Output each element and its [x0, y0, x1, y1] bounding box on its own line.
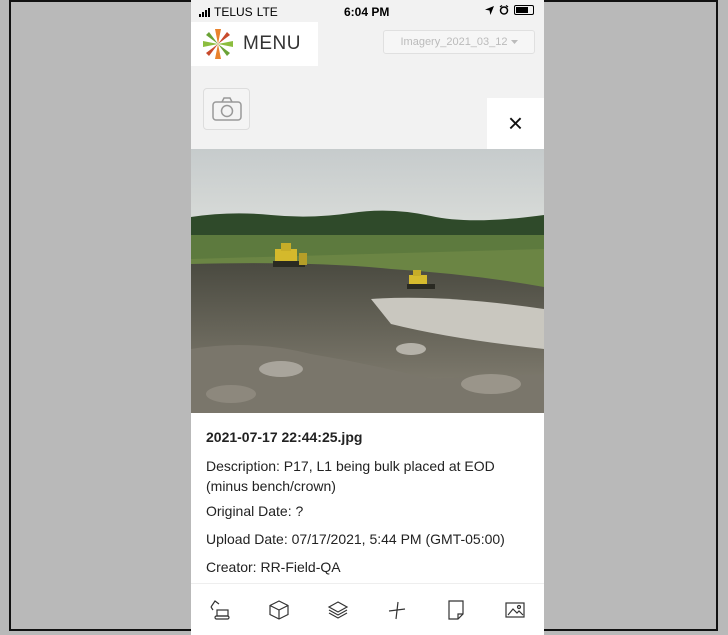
location-arrow-icon [485, 5, 494, 15]
close-button[interactable]: × [487, 98, 544, 149]
camera-button[interactable] [203, 88, 250, 130]
excavator-tool-button[interactable] [208, 598, 232, 622]
photo-upload-date: Upload Date: 07/17/2021, 5:44 PM (GMT-05… [206, 531, 505, 547]
status-bar: TELUS LTE 6:04 PM [191, 0, 544, 22]
site-photo [191, 149, 544, 413]
photo-original-date: Original Date: ? [206, 503, 304, 519]
image-icon [504, 602, 525, 618]
note-icon [448, 600, 464, 620]
carrier-name: TELUS [214, 5, 253, 19]
3d-view-button[interactable] [267, 598, 291, 622]
imagery-button[interactable] [503, 598, 527, 622]
menu-button[interactable]: MENU [191, 22, 318, 66]
menu-label: MENU [243, 33, 301, 54]
measure-button[interactable] [385, 598, 409, 622]
status-icons [485, 5, 534, 15]
signal-icon [199, 7, 210, 17]
imagery-selected-value: Imagery_2021_03_12 [400, 36, 508, 48]
caret-down-icon [510, 39, 518, 44]
imagery-dropdown[interactable]: Imagery_2021_03_12 [383, 30, 535, 54]
notes-button[interactable] [444, 598, 468, 622]
network-type: LTE [256, 5, 278, 19]
photo-creator: Creator: RR-Field-QA [206, 559, 341, 575]
excavator-icon [210, 600, 231, 620]
camera-icon [211, 97, 242, 121]
cube-icon [269, 600, 289, 620]
bottom-toolbar [191, 583, 544, 635]
carrier-info: TELUS LTE [199, 5, 278, 19]
layers-icon [327, 601, 349, 619]
phone-screen: TELUS LTE 6:04 PM MENU Imagery_2021_03_1… [191, 0, 544, 635]
layers-button[interactable] [326, 598, 350, 622]
photo-description: Description: P17, L1 being bulk placed a… [206, 458, 495, 494]
photo-info-panel: 2021-07-17 22:44:25.jpg Description: P17… [191, 413, 544, 583]
battery-icon [514, 5, 534, 15]
app-logo-icon [203, 29, 233, 59]
photo-filename: 2021-07-17 22:44:25.jpg [206, 429, 363, 445]
clock: 6:04 PM [344, 5, 390, 19]
measure-icon [388, 601, 405, 620]
alarm-icon [499, 5, 509, 15]
